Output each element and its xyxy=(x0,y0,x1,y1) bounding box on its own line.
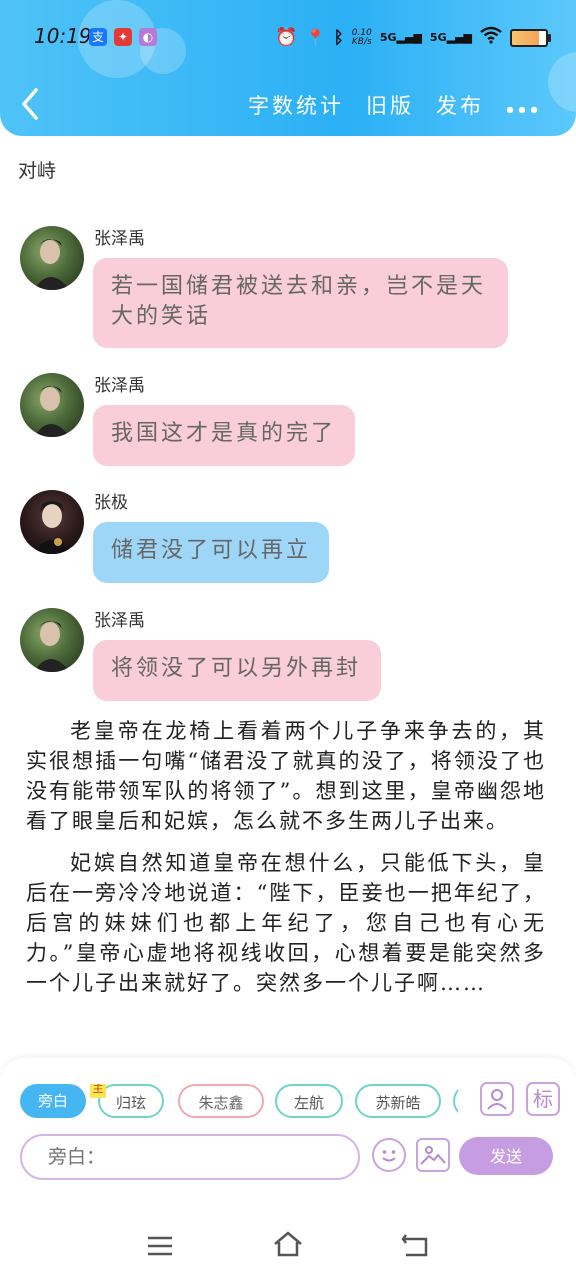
chevron-left-icon xyxy=(21,88,38,120)
person-card-icon xyxy=(487,1089,507,1110)
home-icon[interactable] xyxy=(272,1230,304,1258)
role-chip[interactable]: 归玹 xyxy=(98,1084,164,1118)
narration-paragraph[interactable]: 老皇帝在龙椅上看着两个儿子争来争去的，其实很想插一句嘴“储君没了就真的没了，将领… xyxy=(26,716,546,836)
avatar[interactable] xyxy=(20,226,84,290)
more-dots-icon xyxy=(506,106,538,114)
message-bubble[interactable]: 储君没了可以再立 xyxy=(93,522,329,583)
send-button[interactable]: 发送 xyxy=(459,1137,553,1175)
chat-message[interactable]: 张泽禹 将领没了可以另外再封 xyxy=(20,608,540,704)
smiley-icon xyxy=(382,1150,396,1162)
status-time: 10:19 xyxy=(34,24,92,48)
image-icon xyxy=(420,1146,446,1165)
narration-paragraph[interactable]: 妃嫔自然知道皇帝在想什么，只能低下头，皇后在一旁冷冷地说道：“陛下，臣妾也一把年… xyxy=(26,848,546,998)
narration-block[interactable]: 老皇帝在龙椅上看着两个儿子争来争去的，其实很想插一句嘴“储君没了就真的没了，将领… xyxy=(26,716,546,998)
speaker-name: 张泽禹 xyxy=(94,611,145,631)
status-icons: ⏰ 📍 ᛒ 0.10 KB/s 5G▂▄▆ 5G▂▄▆ xyxy=(275,26,551,49)
avatar[interactable] xyxy=(20,608,84,672)
chat-message[interactable]: 张泽禹 若一国储君被送去和亲，岂不是天大的笑话 xyxy=(20,226,540,350)
mark-label: 标 xyxy=(533,1087,553,1111)
alarm-icon: ⏰ xyxy=(275,27,298,48)
mark-button[interactable]: 标 xyxy=(526,1082,560,1116)
wifi-icon xyxy=(480,26,502,49)
sim2-label: 5G xyxy=(429,31,447,44)
app-notification-icon: ✦ xyxy=(114,28,132,46)
word-count-button[interactable]: 字数统计 xyxy=(248,90,344,120)
role-chip-narrator[interactable]: 旁白 xyxy=(20,1084,86,1118)
back-icon[interactable] xyxy=(400,1232,430,1258)
speaker-name: 张泽禹 xyxy=(94,229,145,249)
back-button[interactable] xyxy=(18,86,48,126)
chat-message[interactable]: 张泽禹 我国这才是真的完了 xyxy=(20,373,540,469)
more-menu-button[interactable] xyxy=(506,88,538,123)
message-bubble[interactable]: 我国这才是真的完了 xyxy=(93,405,355,466)
status-bar: 10:19 支 ✦ ◐ ⏰ 📍 ᛒ 0.10 KB/s 5G▂▄▆ 5G▂▄▆ xyxy=(0,18,576,58)
bluetooth-icon: ᛒ xyxy=(333,27,344,48)
alipay-icon: 支 xyxy=(89,28,107,46)
role-chip[interactable]: 左航 xyxy=(275,1084,343,1118)
message-bubble[interactable]: 将领没了可以另外再封 xyxy=(93,640,381,701)
role-chip-list[interactable]: 旁白 归玹 朱志鑫 左航 苏新皓 主 xyxy=(18,1084,458,1124)
publish-button[interactable]: 发布 xyxy=(436,90,484,120)
speaker-name: 张极 xyxy=(94,493,128,513)
message-bubble[interactable]: 若一国储君被送去和亲，岂不是天大的笑话 xyxy=(93,258,508,348)
location-icon: 📍 xyxy=(305,28,326,47)
top-header: 10:19 支 ✦ ◐ ⏰ 📍 ᛒ 0.10 KB/s 5G▂▄▆ 5G▂▄▆ … xyxy=(0,0,576,136)
old-version-button[interactable]: 旧版 xyxy=(366,90,414,120)
role-chip[interactable]: 朱志鑫 xyxy=(178,1084,264,1118)
avatar[interactable] xyxy=(20,373,84,437)
net-speed-unit: KB/s xyxy=(351,36,372,47)
signal-icon: 5G▂▄▆ xyxy=(429,31,472,44)
chat-message[interactable]: 张极 储君没了可以再立 xyxy=(20,490,540,586)
role-chip[interactable] xyxy=(453,1084,458,1118)
chapter-title[interactable]: 对峙 xyxy=(18,156,56,183)
speaker-name: 张泽禹 xyxy=(94,376,145,396)
decor-bubble xyxy=(548,52,576,112)
role-chip[interactable]: 苏新皓 xyxy=(355,1084,441,1118)
battery-icon xyxy=(510,28,551,47)
nav-actions: 字数统计 旧版 发布 xyxy=(248,90,484,120)
sim1-label: 5G xyxy=(379,31,397,44)
input-panel: 旁白 归玹 朱志鑫 左航 苏新皓 主 标 发送 xyxy=(0,1058,576,1214)
avatar[interactable] xyxy=(20,490,84,554)
net-speed: 0.10 KB/s xyxy=(351,28,372,47)
dialogue-input[interactable] xyxy=(20,1134,360,1180)
signal-icon: 5G▂▄▆ xyxy=(379,31,422,44)
app-notification-icon: ◐ xyxy=(139,28,157,46)
system-navigation-bar xyxy=(0,1214,576,1280)
character-settings-button[interactable] xyxy=(480,1082,514,1116)
image-button[interactable] xyxy=(416,1138,450,1172)
emoji-button[interactable] xyxy=(372,1138,406,1172)
menu-icon[interactable] xyxy=(146,1234,174,1258)
main-role-badge: 主 xyxy=(90,1084,106,1098)
